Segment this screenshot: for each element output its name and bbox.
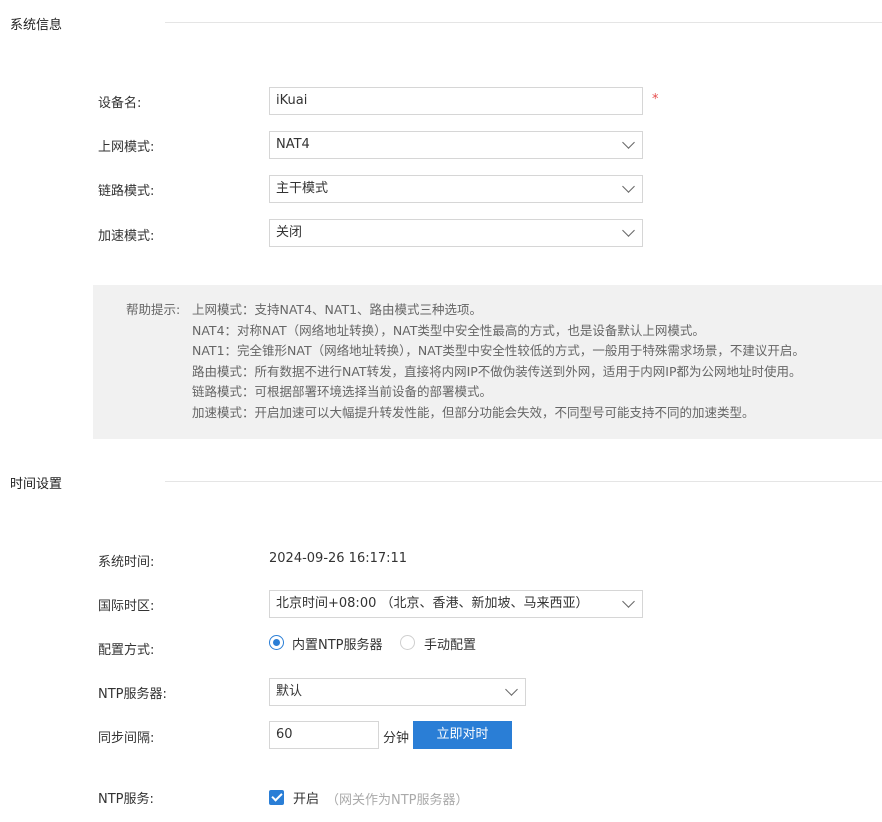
- section-divider: [165, 22, 882, 23]
- link-mode-select[interactable]: 主干模式: [269, 175, 643, 203]
- timezone-value: 北京时间+08:00 （北京、香港、新加坡、马来西亚）: [276, 596, 589, 611]
- chevron-down-icon: [622, 595, 635, 608]
- ntp-service-checkbox[interactable]: [269, 790, 284, 805]
- sync-interval-label: 同步间隔:: [98, 731, 155, 746]
- help-line: NAT4：对称NAT（网络地址转换），NAT类型中安全性最高的方式，也是设备默认…: [192, 322, 705, 338]
- wan-mode-label: 上网模式:: [98, 140, 155, 155]
- help-prefix: 帮助提示:: [126, 302, 181, 317]
- help-line: 上网模式：支持NAT4、NAT1、路由模式三种选项。: [192, 302, 483, 317]
- radio-manual-config-label[interactable]: 手动配置: [424, 634, 476, 653]
- radio-builtin-ntp[interactable]: [269, 635, 284, 650]
- timezone-select[interactable]: 北京时间+08:00 （北京、香港、新加坡、马来西亚）: [269, 590, 643, 618]
- timezone-label: 国际时区:: [98, 599, 155, 614]
- section-divider: [165, 481, 882, 482]
- accel-mode-select[interactable]: 关闭: [269, 219, 643, 247]
- section-title-time-settings: 时间设置: [10, 477, 63, 492]
- ntp-service-checkbox-label[interactable]: 开启: [293, 788, 319, 807]
- chevron-down-icon: [505, 683, 518, 696]
- ntp-server-select[interactable]: 默认: [269, 678, 526, 706]
- chevron-down-icon: [622, 180, 635, 193]
- accel-mode-label: 加速模式:: [98, 229, 155, 244]
- section-title-system-info: 系统信息: [10, 18, 63, 33]
- help-box: 帮助提示: 上网模式：支持NAT4、NAT1、路由模式三种选项。 NAT4：对称…: [93, 285, 882, 439]
- sync-interval-unit: 分钟: [383, 731, 410, 746]
- radio-manual-config[interactable]: [400, 635, 415, 650]
- sync-interval-input[interactable]: 60: [269, 721, 379, 749]
- system-time-label: 系统时间:: [98, 555, 155, 570]
- device-name-label: 设备名:: [98, 96, 142, 111]
- wan-mode-select[interactable]: NAT4: [269, 131, 643, 159]
- help-line: 链路模式：可根据部署环境选择当前设备的部署模式。: [192, 384, 493, 399]
- link-mode-value: 主干模式: [276, 181, 329, 196]
- device-name-input[interactable]: iKuai: [269, 87, 643, 115]
- config-method-label: 配置方式:: [98, 643, 155, 658]
- ntp-service-hint: （网关作为NTP服务器）: [326, 793, 469, 808]
- link-mode-label: 链路模式:: [98, 184, 155, 199]
- help-line: 路由模式：所有数据不进行NAT转发，直接将内网IP不做伪装传送到外网，适用于内网…: [192, 363, 802, 379]
- help-line: NAT1：完全锥形NAT（网络地址转换），NAT类型中安全性较低的方式，一般用于…: [192, 343, 805, 358]
- help-lines: 上网模式：支持NAT4、NAT1、路由模式三种选项。 NAT4：对称NAT（网络…: [192, 300, 805, 423]
- required-mark: *: [652, 92, 659, 107]
- radio-builtin-ntp-label[interactable]: 内置NTP服务器: [292, 634, 383, 653]
- ntp-service-label: NTP服务:: [98, 792, 154, 807]
- system-time-value: 2024-09-26 16:17:11: [269, 551, 408, 566]
- accel-mode-value: 关闭: [276, 225, 303, 240]
- help-line: 加速模式：开启加速可以大幅提升转发性能，但部分功能会失效，不同型号可能支持不同的…: [192, 404, 755, 420]
- chevron-down-icon: [622, 224, 635, 237]
- chevron-down-icon: [622, 136, 635, 149]
- ntp-server-value: 默认: [276, 684, 303, 699]
- ntp-server-label: NTP服务器:: [98, 687, 167, 702]
- wan-mode-value: NAT4: [276, 137, 310, 152]
- sync-now-button[interactable]: 立即对时: [413, 721, 512, 749]
